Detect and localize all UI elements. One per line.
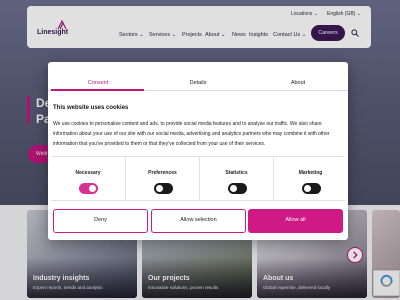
consent-text: We use cookies to personalise content an… (53, 121, 330, 147)
tab-consent[interactable]: Consent (48, 62, 148, 91)
consent-title: This website uses cookies (53, 105, 129, 111)
consent-categories: Necessary Preferences Statistics Marketi… (51, 156, 345, 201)
statistics-toggle[interactable] (228, 183, 247, 194)
necessary-toggle (79, 183, 98, 194)
allow-selection-button[interactable]: Allow selection (151, 209, 246, 233)
category-statistics: Statistics (199, 157, 273, 201)
active-tab-indicator (51, 89, 144, 91)
marketing-toggle[interactable] (302, 183, 321, 194)
consent-actions: Deny Allow selection Allow all (48, 209, 348, 233)
allow-all-button[interactable]: Allow all (248, 209, 343, 233)
consent-tabs: Consent Details About (48, 62, 348, 91)
category-marketing: Marketing (273, 157, 347, 201)
category-preferences: Preferences (125, 157, 199, 201)
tab-details[interactable]: Details (148, 62, 248, 91)
cookie-consent-dialog: Consent Details About This website uses … (48, 62, 348, 240)
category-necessary: Necessary (51, 157, 125, 201)
preferences-toggle[interactable] (154, 183, 173, 194)
tab-about[interactable]: About (248, 62, 348, 91)
deny-button[interactable]: Deny (53, 209, 148, 233)
